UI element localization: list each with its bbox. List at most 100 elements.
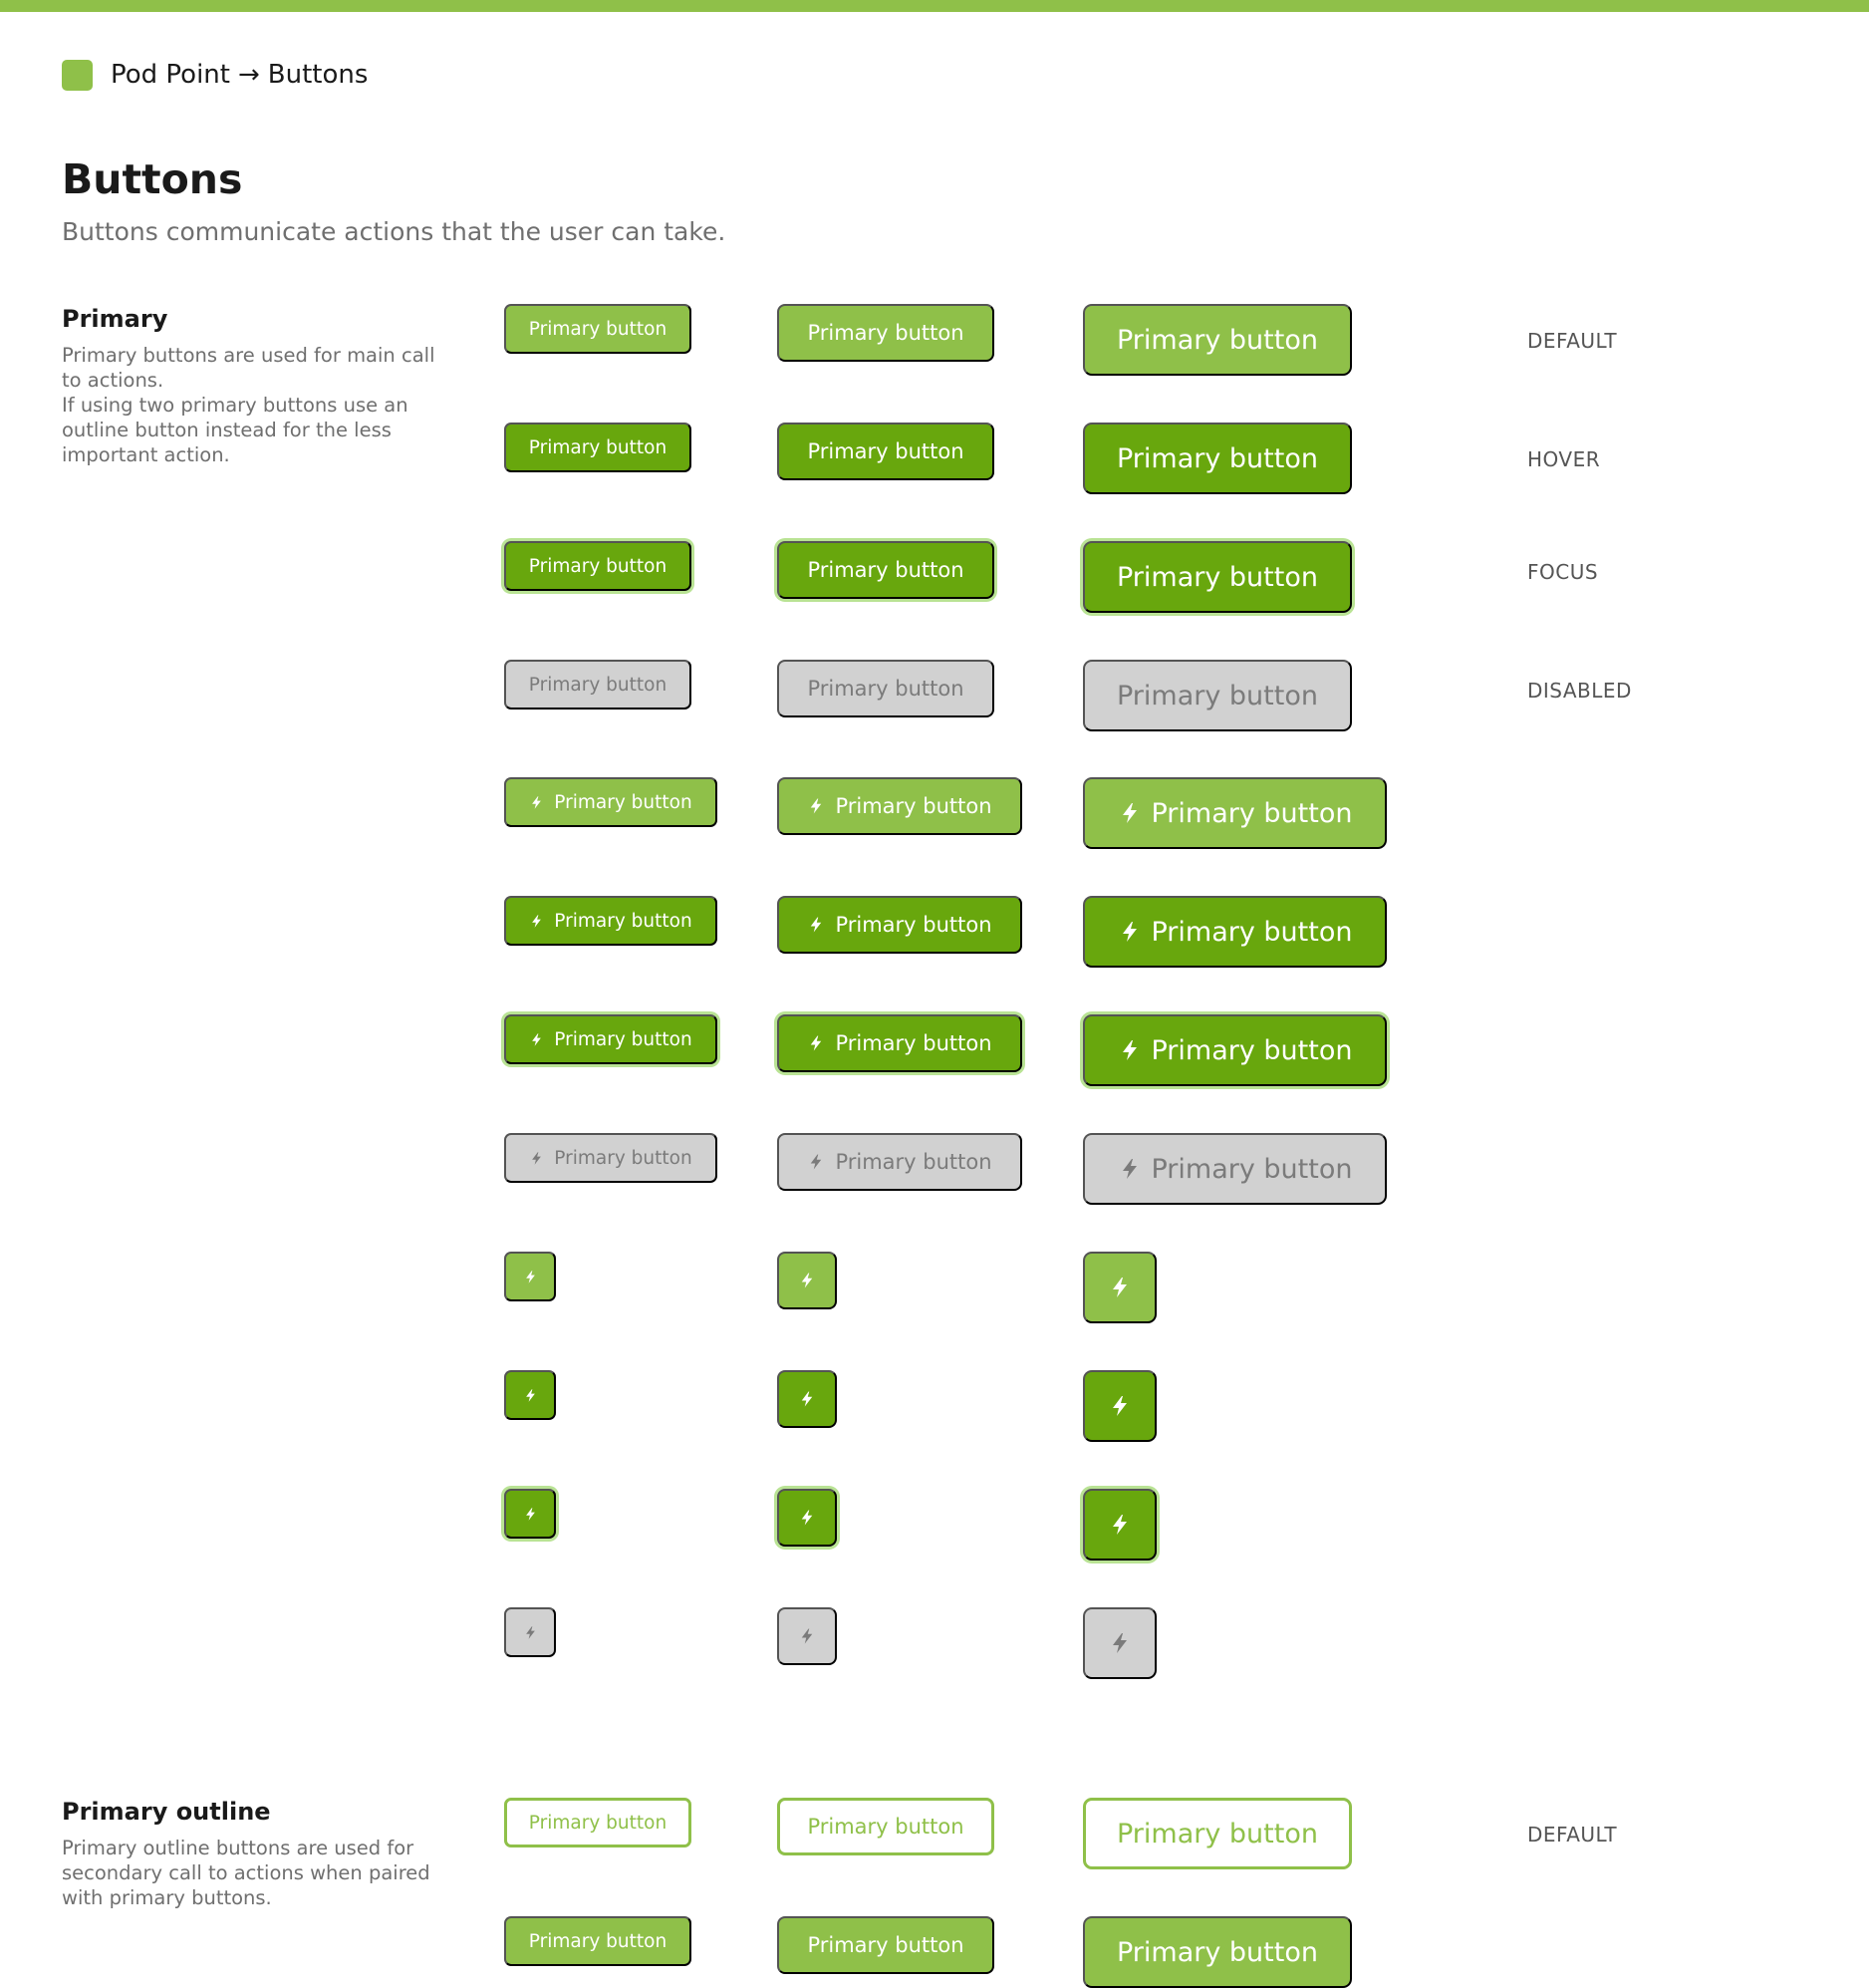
primary-button-s-disabled[interactable]: Primary button bbox=[504, 660, 691, 710]
lightning-bolt-icon bbox=[807, 1153, 825, 1171]
button-label: Primary button bbox=[1151, 1034, 1353, 1066]
button-label: Primary button bbox=[1151, 1153, 1353, 1185]
primary-button-with-icon-m-hover[interactable]: Primary button bbox=[777, 896, 1022, 954]
breadcrumb-product[interactable]: Pod Point bbox=[111, 60, 230, 90]
button-label: Primary button bbox=[528, 436, 668, 458]
breadcrumb: Pod Point → Buttons bbox=[62, 56, 368, 94]
button-label: Primary button bbox=[1117, 324, 1318, 356]
button-label: Primary button bbox=[807, 439, 964, 463]
primary-button-m-default[interactable]: Primary button bbox=[777, 304, 994, 362]
button-label: Primary button bbox=[528, 1812, 668, 1834]
button-label: Primary button bbox=[807, 677, 964, 701]
primary-button-with-icon-s-hover[interactable]: Primary button bbox=[504, 896, 717, 946]
button-label: Primary button bbox=[528, 1930, 668, 1952]
primary-button-m-outline[interactable]: Primary button bbox=[777, 1798, 994, 1855]
lightning-bolt-icon bbox=[807, 797, 825, 815]
lightning-bolt-icon bbox=[1118, 801, 1142, 825]
lightning-bolt-icon bbox=[1108, 1276, 1132, 1299]
primary-button-with-icon-s-disabled[interactable]: Primary button bbox=[504, 1133, 717, 1183]
primary-button-s-default[interactable]: Primary button bbox=[504, 304, 691, 354]
primary-button-with-icon-l-disabled[interactable]: Primary button bbox=[1083, 1133, 1387, 1205]
section-description-primary-outline: Primary outline buttons are used for sec… bbox=[62, 1837, 430, 1909]
primary-button-s-outline[interactable]: Primary button bbox=[504, 1798, 691, 1847]
icon-button-l-focus[interactable] bbox=[1083, 1489, 1157, 1561]
pod-point-logo-icon bbox=[62, 59, 93, 91]
primary-button-s-hover[interactable]: Primary button bbox=[504, 423, 691, 472]
icon-button-s-focus[interactable] bbox=[504, 1489, 556, 1539]
primary-button-with-icon-m-disabled[interactable]: Primary button bbox=[777, 1133, 1022, 1191]
primary-button-l-focus[interactable]: Primary button bbox=[1083, 541, 1352, 613]
primary-button-m-default[interactable]: Primary button bbox=[777, 1916, 994, 1974]
button-label: Primary button bbox=[1151, 797, 1353, 829]
state-label-focus: FOCUS bbox=[1527, 560, 1599, 584]
lightning-bolt-icon bbox=[798, 1272, 816, 1289]
lightning-bolt-icon bbox=[529, 914, 544, 929]
button-label: Primary button bbox=[554, 791, 692, 813]
button-label: Primary button bbox=[1117, 1936, 1318, 1968]
primary-button-m-disabled[interactable]: Primary button bbox=[777, 660, 994, 717]
lightning-bolt-icon bbox=[798, 1627, 816, 1645]
lightning-bolt-icon bbox=[523, 1388, 538, 1403]
button-label: Primary button bbox=[807, 1815, 964, 1839]
lightning-bolt-icon bbox=[529, 795, 544, 810]
primary-button-with-icon-s-focus[interactable]: Primary button bbox=[504, 1014, 717, 1064]
section-title-primary-outline: Primary outline bbox=[62, 1798, 271, 1826]
primary-button-with-icon-m-default[interactable]: Primary button bbox=[777, 777, 1022, 835]
state-label-default: DEFAULT bbox=[1527, 329, 1618, 353]
icon-button-l-hover[interactable] bbox=[1083, 1370, 1157, 1442]
lightning-bolt-icon bbox=[1108, 1513, 1132, 1537]
button-label: Primary button bbox=[528, 318, 668, 340]
lightning-bolt-icon bbox=[523, 1625, 538, 1640]
button-label: Primary button bbox=[807, 321, 964, 345]
primary-button-m-hover[interactable]: Primary button bbox=[777, 423, 994, 480]
lightning-bolt-icon bbox=[798, 1390, 816, 1408]
lightning-bolt-icon bbox=[1118, 920, 1142, 944]
lightning-bolt-icon bbox=[523, 1507, 538, 1522]
primary-button-l-default[interactable]: Primary button bbox=[1083, 304, 1352, 376]
icon-button-l-disabled[interactable] bbox=[1083, 1607, 1157, 1679]
state-label-hover: HOVER bbox=[1527, 447, 1601, 471]
page-title: Buttons bbox=[62, 155, 243, 203]
primary-button-l-outline[interactable]: Primary button bbox=[1083, 1798, 1352, 1869]
lightning-bolt-icon bbox=[529, 1151, 544, 1166]
state-label-outline-default: DEFAULT bbox=[1527, 1823, 1618, 1846]
button-label: Primary button bbox=[1117, 680, 1318, 711]
icon-button-l-default[interactable] bbox=[1083, 1252, 1157, 1323]
lightning-bolt-icon bbox=[523, 1270, 538, 1284]
primary-button-l-disabled[interactable]: Primary button bbox=[1083, 660, 1352, 731]
button-label: Primary button bbox=[554, 1028, 692, 1050]
primary-button-with-icon-l-default[interactable]: Primary button bbox=[1083, 777, 1387, 849]
button-label: Primary button bbox=[835, 913, 992, 937]
primary-button-with-icon-l-hover[interactable]: Primary button bbox=[1083, 896, 1387, 968]
primary-button-m-focus[interactable]: Primary button bbox=[777, 541, 994, 599]
button-label: Primary button bbox=[835, 794, 992, 818]
button-label: Primary button bbox=[1117, 561, 1318, 593]
button-label: Primary button bbox=[835, 1150, 992, 1174]
primary-button-with-icon-s-default[interactable]: Primary button bbox=[504, 777, 717, 827]
button-label: Primary button bbox=[807, 558, 964, 582]
primary-button-s-focus[interactable]: Primary button bbox=[504, 541, 691, 591]
page-subtitle: Buttons communicate actions that the use… bbox=[62, 217, 726, 246]
button-label: Primary button bbox=[1117, 1818, 1318, 1849]
lightning-bolt-icon bbox=[807, 916, 825, 934]
lightning-bolt-icon bbox=[1108, 1394, 1132, 1418]
icon-button-s-default[interactable] bbox=[504, 1252, 556, 1301]
primary-button-with-icon-m-focus[interactable]: Primary button bbox=[777, 1014, 1022, 1072]
section-description-primary: Primary buttons are used for main call t… bbox=[62, 344, 435, 466]
primary-button-with-icon-l-focus[interactable]: Primary button bbox=[1083, 1014, 1387, 1086]
primary-button-s-default[interactable]: Primary button bbox=[504, 1916, 691, 1966]
icon-button-m-hover[interactable] bbox=[777, 1370, 837, 1428]
icon-button-m-focus[interactable] bbox=[777, 1489, 837, 1547]
primary-button-l-hover[interactable]: Primary button bbox=[1083, 423, 1352, 494]
icon-button-s-hover[interactable] bbox=[504, 1370, 556, 1420]
icon-button-m-disabled[interactable] bbox=[777, 1607, 837, 1665]
icon-button-m-default[interactable] bbox=[777, 1252, 837, 1309]
button-label: Primary button bbox=[554, 1147, 692, 1169]
lightning-bolt-icon bbox=[807, 1034, 825, 1052]
lightning-bolt-icon bbox=[529, 1032, 544, 1047]
primary-button-l-default[interactable]: Primary button bbox=[1083, 1916, 1352, 1988]
lightning-bolt-icon bbox=[1118, 1038, 1142, 1062]
section-title-primary: Primary bbox=[62, 305, 168, 333]
button-label: Primary button bbox=[528, 674, 668, 696]
icon-button-s-disabled[interactable] bbox=[504, 1607, 556, 1657]
